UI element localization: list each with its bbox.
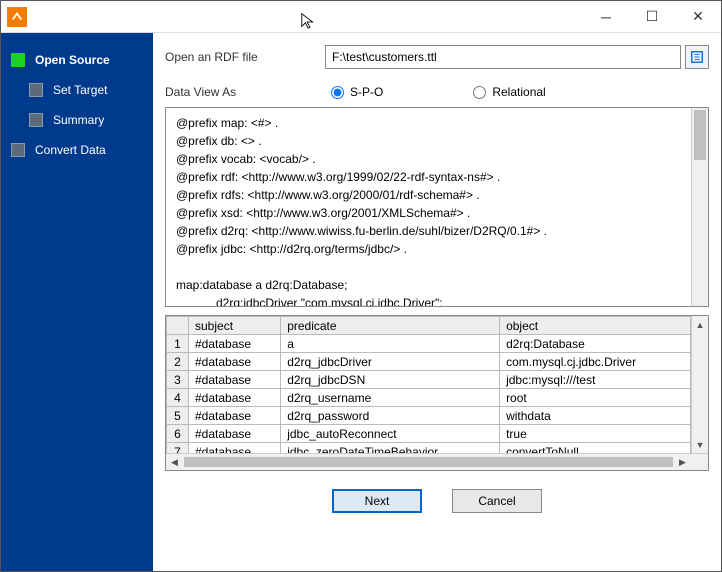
table-cell[interactable]: d2rq:Database (500, 335, 691, 353)
table-header-object[interactable]: object (500, 317, 691, 335)
scroll-down-icon[interactable]: ▼ (692, 436, 708, 453)
sidebar-item-convert-data[interactable]: Convert Data (1, 135, 153, 165)
table-row[interactable]: 2#databased2rq_jdbcDrivercom.mysql.cj.jd… (167, 353, 691, 371)
step-indicator-icon (11, 143, 25, 157)
next-button[interactable]: Next (332, 489, 422, 513)
file-open-icon (690, 50, 704, 64)
minimize-button[interactable]: ─ (583, 1, 629, 33)
sidebar-item-open-source[interactable]: Open Source (1, 45, 153, 75)
table-row[interactable]: 6#databasejdbc_autoReconnecttrue (167, 425, 691, 443)
table-cell[interactable]: 4 (167, 389, 189, 407)
scroll-up-icon[interactable]: ▲ (692, 316, 708, 333)
open-file-label: Open an RDF file (165, 50, 325, 64)
table-cell[interactable]: d2rq_jdbcDriver (281, 353, 500, 371)
table-cell[interactable]: 2 (167, 353, 189, 371)
sidebar-item-summary[interactable]: Summary (1, 105, 153, 135)
sidebar: Open Source Set Target Summary Convert D… (1, 33, 153, 571)
table-cell[interactable]: withdata (500, 407, 691, 425)
table-cell[interactable]: d2rq_password (281, 407, 500, 425)
step-indicator-icon (11, 53, 25, 67)
radio-spo-label: S-P-O (350, 85, 383, 99)
table-cell[interactable]: true (500, 425, 691, 443)
table-row[interactable]: 5#databased2rq_passwordwithdata (167, 407, 691, 425)
radio-relational-input[interactable] (473, 86, 486, 99)
sidebar-item-set-target[interactable]: Set Target (1, 75, 153, 105)
table-cell[interactable]: root (500, 389, 691, 407)
table-cell[interactable]: 3 (167, 371, 189, 389)
table-row[interactable]: 3#databased2rq_jdbcDSNjdbc:mysql:///test (167, 371, 691, 389)
step-indicator-icon (29, 113, 43, 127)
table-cell[interactable]: d2rq_username (281, 389, 500, 407)
titlebar: ─ ☐ ✕ (1, 1, 721, 33)
step-indicator-icon (29, 83, 43, 97)
table-vertical-scrollbar[interactable]: ▲ ▼ (691, 316, 708, 453)
table-header-predicate[interactable]: predicate (281, 317, 500, 335)
table-cell[interactable]: #database (189, 407, 281, 425)
table-row[interactable]: 1#databasead2rq:Database (167, 335, 691, 353)
rdf-text-content: @prefix map: <#> . @prefix db: <> . @pre… (166, 108, 708, 306)
radio-spo[interactable]: S-P-O (331, 85, 383, 99)
main-panel: Open an RDF file Data View As S-P-O Rela… (153, 33, 721, 571)
sidebar-item-label: Convert Data (35, 143, 106, 157)
browse-button[interactable] (685, 45, 709, 69)
app-icon (7, 7, 27, 27)
table-header-subject[interactable]: subject (189, 317, 281, 335)
table-row[interactable]: 4#databased2rq_usernameroot (167, 389, 691, 407)
scroll-left-icon[interactable]: ◀ (166, 454, 183, 470)
table-header-row: subject predicate object (167, 317, 691, 335)
table-cell[interactable]: #database (189, 335, 281, 353)
table-cell[interactable]: #database (189, 389, 281, 407)
cancel-button[interactable]: Cancel (452, 489, 542, 513)
table-cell[interactable]: jdbc:mysql:///test (500, 371, 691, 389)
sidebar-item-label: Summary (53, 113, 104, 127)
table-header-corner[interactable] (167, 317, 189, 335)
radio-relational-label: Relational (492, 85, 545, 99)
file-path-input[interactable] (325, 45, 681, 69)
table-cell[interactable]: 6 (167, 425, 189, 443)
table-cell[interactable]: a (281, 335, 500, 353)
table-cell[interactable]: #database (189, 353, 281, 371)
sidebar-item-label: Set Target (53, 83, 107, 97)
table-cell[interactable]: com.mysql.cj.jdbc.Driver (500, 353, 691, 371)
sidebar-item-label: Open Source (35, 53, 110, 67)
data-table: subject predicate object 1#databasead2rq… (165, 315, 709, 471)
data-view-label: Data View As (165, 85, 325, 99)
close-button[interactable]: ✕ (675, 1, 721, 33)
scroll-right-icon[interactable]: ▶ (674, 454, 691, 470)
textarea-scrollbar[interactable] (691, 108, 708, 306)
table-cell[interactable]: #database (189, 425, 281, 443)
table-cell[interactable]: jdbc_autoReconnect (281, 425, 500, 443)
table-cell[interactable]: #database (189, 371, 281, 389)
maximize-button[interactable]: ☐ (629, 1, 675, 33)
table-cell[interactable]: d2rq_jdbcDSN (281, 371, 500, 389)
table-cell[interactable]: 1 (167, 335, 189, 353)
table-cell[interactable]: 5 (167, 407, 189, 425)
table-horizontal-scrollbar[interactable]: ◀ ▶ (166, 453, 708, 470)
rdf-text-area[interactable]: @prefix map: <#> . @prefix db: <> . @pre… (165, 107, 709, 307)
radio-spo-input[interactable] (331, 86, 344, 99)
radio-relational[interactable]: Relational (473, 85, 545, 99)
